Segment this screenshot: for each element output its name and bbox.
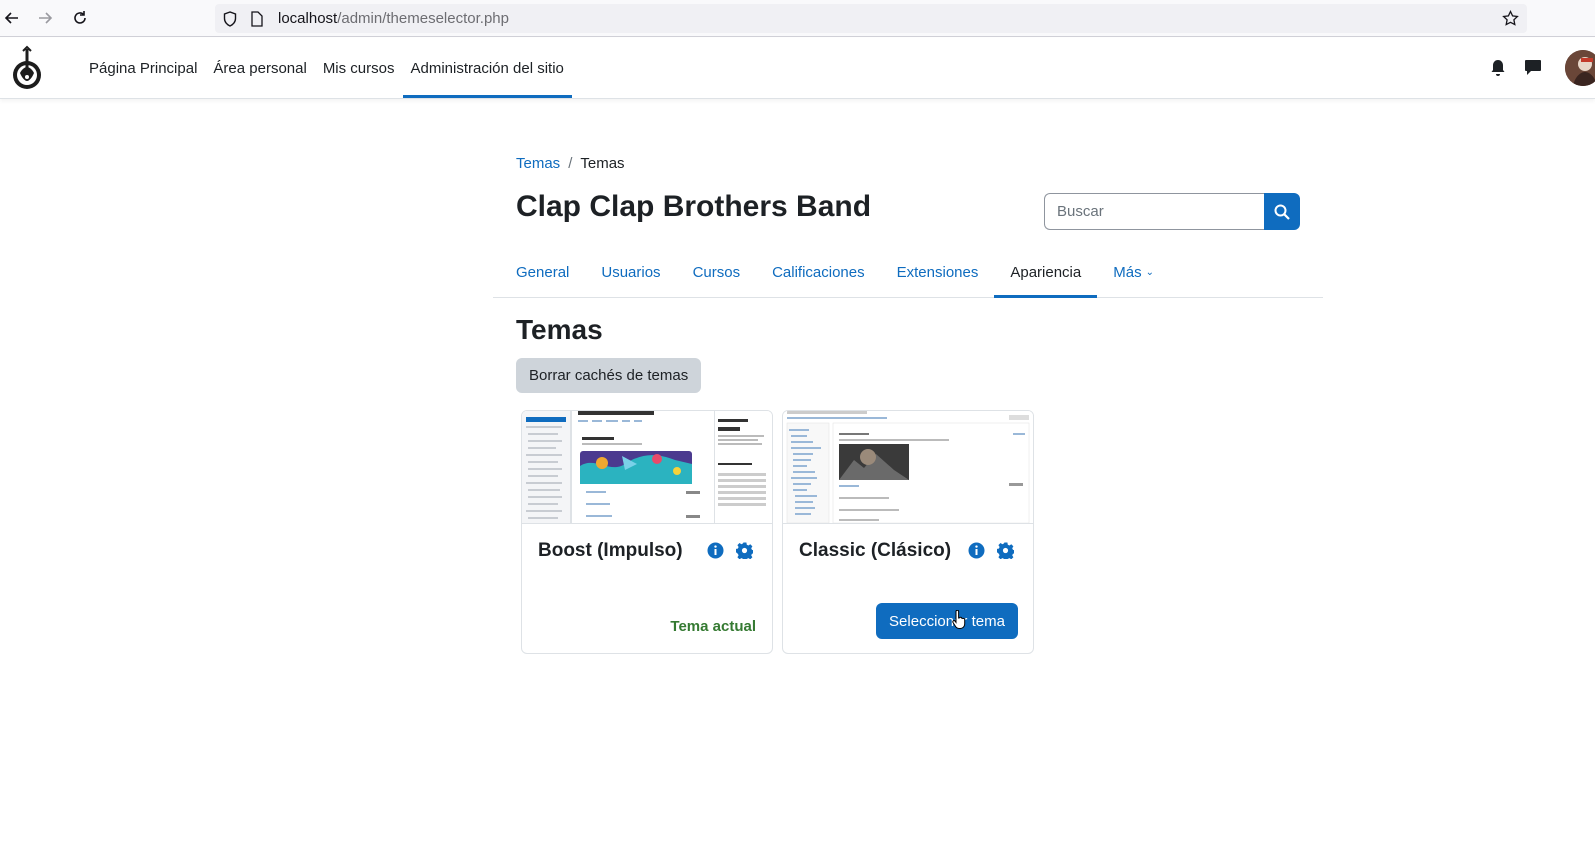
secondary-nav: General Usuarios Cursos Calificaciones E… (493, 247, 1323, 298)
primary-navbar: Página Principal Área personal Mis curso… (0, 38, 1595, 99)
admin-search (1044, 193, 1300, 230)
page-title: Clap Clap Brothers Band (516, 190, 872, 223)
search-icon (1274, 204, 1290, 220)
tab-more-label: Más (1113, 263, 1142, 281)
gear-icon[interactable] (736, 542, 753, 559)
tab-more[interactable]: Más ⌄ (1097, 247, 1170, 297)
theme-name-boost: Boost (Impulso) (538, 540, 683, 561)
current-theme-label: Tema actual (670, 618, 756, 635)
site-logo[interactable] (10, 45, 44, 91)
breadcrumb-link-themes[interactable]: Temas (516, 155, 560, 172)
reload-icon (74, 11, 86, 24)
tab-grades[interactable]: Calificaciones (756, 247, 881, 297)
avatar-image (1565, 50, 1595, 86)
browser-toolbar: localhost/admin/themeselector.php (0, 0, 1595, 37)
chevron-down-icon: ⌄ (1145, 266, 1154, 278)
url-path: /admin/themeselector.php (337, 10, 509, 27)
theme-card-boost: Boost (Impulso) Tema actual (521, 410, 773, 654)
url-text[interactable]: localhost/admin/themeselector.php (278, 10, 509, 27)
classic-preview-image (783, 411, 1033, 523)
gear-icon[interactable] (997, 542, 1014, 559)
nav-item-dashboard[interactable]: Área personal (205, 38, 314, 98)
url-host: localhost (278, 10, 338, 27)
nav-item-home[interactable]: Página Principal (81, 38, 205, 98)
page-icon (251, 11, 263, 27)
info-icon[interactable] (968, 542, 985, 559)
bookmark-star-icon[interactable] (1502, 10, 1519, 27)
section-title: Temas (516, 314, 603, 345)
select-theme-button[interactable]: Seleccionar tema (876, 603, 1018, 639)
tab-appearance[interactable]: Apariencia (994, 247, 1098, 298)
forward-button[interactable] (33, 6, 57, 30)
boost-preview-image (522, 411, 772, 523)
shield-icon[interactable] (223, 11, 237, 27)
theme-screenshot-boost (522, 411, 772, 524)
address-bar[interactable]: localhost/admin/themeselector.php (215, 4, 1527, 33)
theme-screenshot-classic (783, 411, 1033, 524)
theme-card-classic: Classic (Clásico) Seleccionar tema (782, 410, 1034, 654)
breadcrumb-current: Temas (580, 155, 625, 172)
tab-general[interactable]: General (500, 247, 585, 297)
tab-users[interactable]: Usuarios (585, 247, 676, 297)
breadcrumb-separator: / (568, 155, 573, 172)
breadcrumb: Temas / Temas (516, 155, 625, 172)
theme-name-classic: Classic (Clásico) (799, 540, 952, 561)
nav-item-my-courses[interactable]: Mis cursos (315, 38, 403, 98)
bell-icon[interactable] (1490, 59, 1506, 77)
arrow-left-icon (4, 12, 18, 24)
back-button[interactable] (0, 6, 24, 30)
tab-plugins[interactable]: Extensiones (881, 247, 995, 297)
purge-theme-caches-button[interactable]: Borrar cachés de temas (516, 358, 702, 393)
reload-button[interactable] (68, 6, 92, 30)
search-input[interactable] (1044, 193, 1264, 230)
search-button[interactable] (1264, 193, 1300, 230)
messages-icon[interactable] (1524, 59, 1542, 76)
info-icon[interactable] (707, 542, 724, 559)
primary-nav-menu: Página Principal Área personal Mis curso… (81, 38, 573, 98)
arrow-right-icon (39, 12, 53, 24)
tab-courses[interactable]: Cursos (677, 247, 757, 297)
hand-cursor-icon (952, 610, 966, 629)
user-avatar[interactable] (1565, 50, 1595, 86)
nav-item-site-admin[interactable]: Administración del sitio (402, 38, 573, 98)
